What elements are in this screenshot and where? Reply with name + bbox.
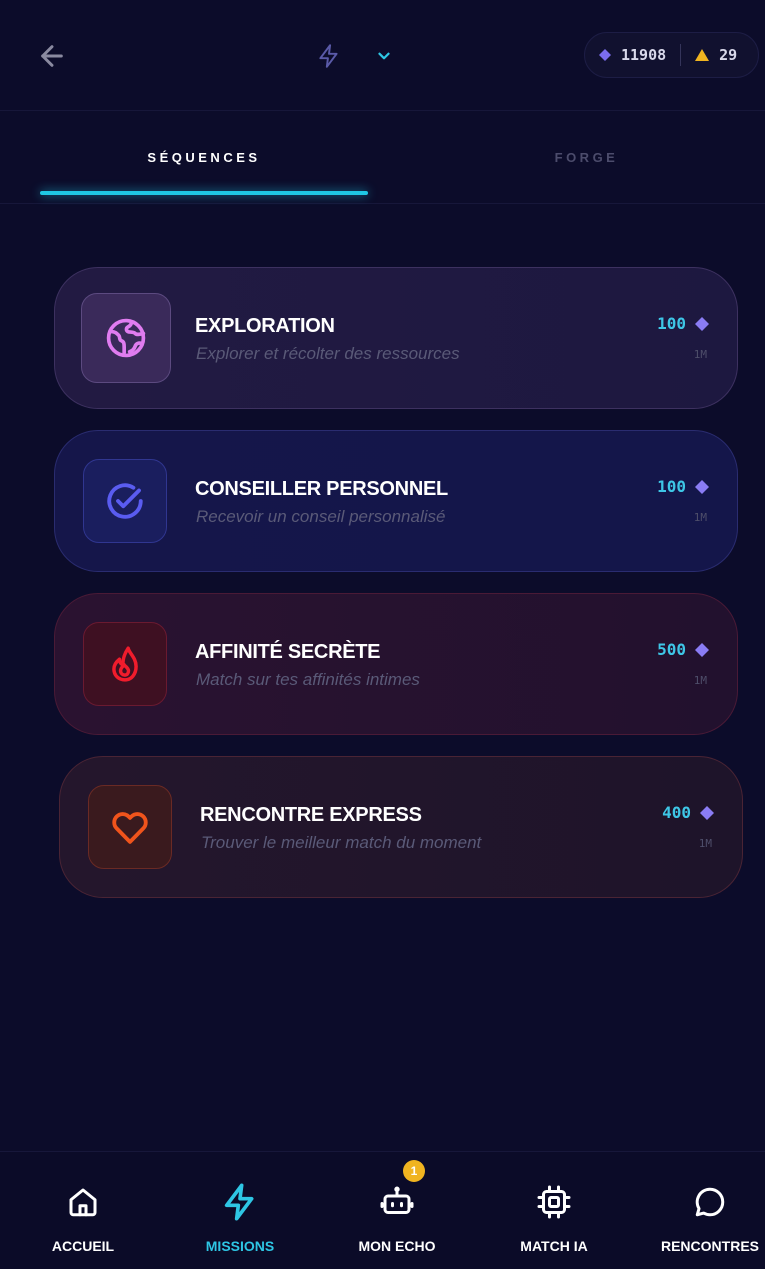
mission-icon-box — [81, 293, 171, 383]
gem-icon — [599, 49, 611, 61]
mission-subtitle: Match sur tes affinités intimes — [196, 670, 420, 689]
flame-icon — [112, 646, 138, 682]
mission-price: 400 — [662, 803, 714, 822]
mission-price: 500 — [657, 640, 709, 659]
mission-subtitle: Explorer et récolter des ressources — [196, 344, 460, 363]
mission-duration: 1M — [693, 348, 707, 361]
nav-label: ACCUEIL — [51, 1238, 115, 1254]
mission-card-rencontre[interactable]: RENCONTRE EXPRESS Trouver le meilleur ma… — [59, 756, 743, 898]
mission-price-value: 100 — [657, 477, 686, 496]
mission-price: 100 — [657, 477, 709, 496]
mission-title: RENCONTRE EXPRESS — [200, 804, 422, 826]
nav-item-match-ia[interactable]: MATCH IA — [479, 1152, 629, 1269]
app-root: 11908 29 SÉQUENCES FORGE EXPLORATION Exp… — [0, 0, 765, 1269]
mission-card-exploration[interactable]: EXPLORATION Explorer et récolter des res… — [54, 267, 738, 409]
gem-icon — [700, 805, 714, 820]
wallet-balance[interactable]: 11908 29 — [584, 32, 759, 78]
mission-icon-box — [83, 622, 167, 706]
back-button[interactable] — [30, 34, 74, 78]
mission-card-affinite[interactable]: AFFINITÉ SECRÈTE Match sur tes affinités… — [54, 593, 738, 735]
wallet-divider — [680, 44, 682, 66]
check-circle-icon — [107, 483, 143, 519]
heart-icon — [112, 812, 148, 844]
mission-price-value: 400 — [662, 803, 691, 822]
nav-item-mon-echo[interactable]: 1 MON ECHO — [322, 1152, 472, 1269]
robot-icon: 1 — [377, 1160, 425, 1222]
gem-icon — [695, 479, 709, 494]
token-icon — [695, 49, 710, 61]
token-balance: 29 — [719, 46, 738, 64]
notification-badge: 1 — [403, 1160, 425, 1182]
nav-item-missions[interactable]: MISSIONS — [165, 1152, 315, 1269]
mission-subtitle: Recevoir un conseil personnalisé — [196, 507, 446, 526]
active-tab-indicator — [40, 191, 368, 195]
mission-duration: 1M — [693, 511, 707, 524]
top-bar: 11908 29 — [0, 0, 765, 111]
nav-label: MATCH IA — [520, 1238, 588, 1254]
nav-label: MON ECHO — [358, 1238, 436, 1254]
mission-price-value: 500 — [657, 640, 686, 659]
nav-item-accueil[interactable]: ACCUEIL — [8, 1152, 158, 1269]
mission-duration: 1M — [698, 837, 712, 850]
arrow-left-icon — [41, 45, 63, 67]
chip-icon — [534, 1182, 574, 1222]
mission-icon-box — [83, 459, 167, 543]
home-icon — [63, 1182, 103, 1222]
bottom-navigation: ACCUEIL MISSIONS 1 MON ECHO MATCH IA REN… — [0, 1151, 765, 1269]
mode-selector[interactable] — [312, 36, 396, 76]
mission-title: CONSEILLER PERSONNEL — [195, 478, 448, 500]
gem-icon — [695, 642, 709, 657]
mission-title: EXPLORATION — [195, 315, 335, 337]
chat-bubble-icon — [690, 1182, 730, 1222]
gem-balance: 11908 — [621, 46, 667, 64]
mission-card-conseiller[interactable]: CONSEILLER PERSONNEL Recevoir un conseil… — [54, 430, 738, 572]
bolt-icon — [220, 1182, 260, 1222]
mission-price-value: 100 — [657, 314, 686, 333]
nav-label: RENCONTRES — [660, 1238, 759, 1254]
mission-icon-box — [88, 785, 172, 869]
nav-item-rencontres[interactable]: RENCONTRES — [635, 1152, 765, 1269]
mission-duration: 1M — [693, 674, 707, 687]
gem-icon — [695, 316, 709, 331]
mission-price: 100 — [657, 314, 709, 333]
mission-subtitle: Trouver le meilleur match du moment — [201, 833, 482, 852]
bolt-icon — [312, 39, 346, 73]
tab-forge[interactable]: FORGE — [420, 111, 753, 204]
globe-icon — [106, 318, 146, 358]
chevron-down-icon — [372, 44, 396, 68]
mission-title: AFFINITÉ SECRÈTE — [195, 641, 381, 663]
tab-bar: SÉQUENCES FORGE — [0, 111, 765, 204]
nav-label: MISSIONS — [205, 1238, 275, 1254]
